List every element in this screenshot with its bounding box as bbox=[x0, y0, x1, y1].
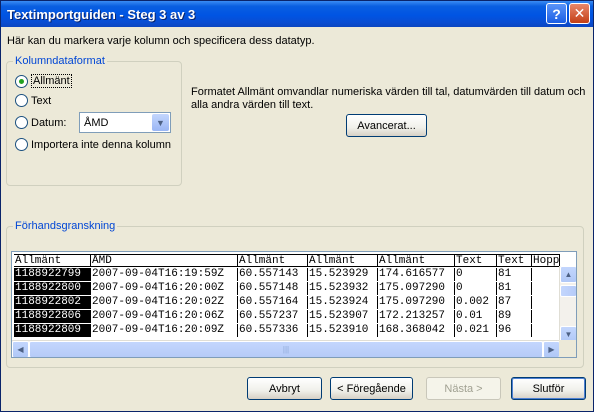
radio-date-button[interactable] bbox=[15, 116, 28, 129]
table-cell: 81 bbox=[497, 282, 532, 295]
radio-general-label: Allmänt bbox=[31, 74, 72, 88]
table-cell: 1188922809 bbox=[14, 324, 91, 337]
radio-skip-label: Importera inte denna kolumn bbox=[31, 138, 172, 151]
horizontal-scrollbar[interactable]: ◀ ||| ▶ bbox=[12, 340, 560, 357]
radio-general[interactable]: Allmänt bbox=[15, 74, 72, 88]
import-wizard-dialog: Textimportguiden - Steg 3 av 3 ? ✕ Här k… bbox=[0, 0, 594, 412]
radio-date[interactable]: Datum: bbox=[15, 116, 66, 129]
table-cell: 175.097290 bbox=[378, 296, 455, 309]
intro-text: Här kan du markera varje kolumn och spec… bbox=[7, 35, 315, 47]
data-preview[interactable]: Allmänt ÅMD Allmänt Allmänt Allmänt Text… bbox=[11, 251, 577, 358]
next-button[interactable]: Nästa > bbox=[426, 377, 501, 400]
table-cell: 96 bbox=[497, 324, 532, 337]
table-cell: 0.021 bbox=[455, 324, 497, 337]
preview-legend: Förhandsgranskning bbox=[13, 220, 118, 232]
table-cell: 0 bbox=[455, 282, 497, 295]
table-cell bbox=[532, 324, 560, 337]
vertical-scrollbar[interactable]: ▲ ▼ bbox=[559, 266, 576, 343]
table-cell: 15.523929 bbox=[308, 268, 378, 281]
table-cell: 174.616577 bbox=[378, 268, 455, 281]
table-cell: 15.523932 bbox=[308, 282, 378, 295]
table-cell: 60.557336 bbox=[238, 324, 308, 337]
help-button[interactable]: ? bbox=[546, 3, 567, 24]
table-cell: 87 bbox=[497, 296, 532, 309]
scroll-up-icon[interactable]: ▲ bbox=[560, 266, 576, 283]
radio-text[interactable]: Text bbox=[15, 94, 51, 107]
back-button-label: < Föregående bbox=[337, 382, 406, 395]
scroll-left-icon[interactable]: ◀ bbox=[12, 341, 29, 357]
finish-button-label: Slutför bbox=[532, 382, 565, 395]
radio-date-label: Datum: bbox=[31, 116, 67, 129]
back-button[interactable]: < Föregående bbox=[330, 377, 413, 400]
table-cell: 2007-09-04T16:20:00Z bbox=[91, 282, 238, 295]
cancel-button[interactable]: Avbryt bbox=[247, 377, 322, 400]
col-header[interactable]: ÅMD bbox=[91, 254, 238, 267]
chevron-down-icon[interactable]: ▼ bbox=[152, 114, 169, 131]
title-bar[interactable]: Textimportguiden - Steg 3 av 3 ? ✕ bbox=[1, 1, 593, 27]
radio-selected-dot bbox=[19, 78, 24, 84]
date-format-select[interactable]: ÅMD ▼ bbox=[79, 112, 171, 133]
radio-general-button[interactable] bbox=[15, 74, 28, 88]
table-cell: 2007-09-04T16:20:09Z bbox=[91, 324, 238, 337]
column-format-legend: Kolumndataformat bbox=[13, 55, 107, 67]
scroll-right-icon[interactable]: ▶ bbox=[543, 341, 560, 357]
table-cell bbox=[532, 268, 560, 281]
table-cell: 89 bbox=[497, 310, 532, 323]
column-format-group: Kolumndataformat Allmänt Text Datum: ÅMD… bbox=[6, 55, 182, 186]
table-cell: 60.557143 bbox=[238, 268, 308, 281]
table-cell: 15.523910 bbox=[308, 324, 378, 337]
table-cell: 1188922802 bbox=[14, 296, 91, 309]
table-cell: 0 bbox=[455, 268, 497, 281]
finish-button[interactable]: Slutför bbox=[511, 377, 586, 400]
table-cell: 2007-09-04T16:20:02Z bbox=[91, 296, 238, 309]
col-header[interactable]: Allmänt bbox=[238, 254, 308, 267]
col-header[interactable]: Allmänt bbox=[14, 254, 91, 267]
col-header[interactable]: Allmänt bbox=[378, 254, 455, 267]
next-button-label: Nästa > bbox=[444, 382, 483, 395]
table-cell bbox=[532, 282, 560, 295]
radio-text-label: Text bbox=[31, 94, 52, 107]
table-cell: 1188922806 bbox=[14, 310, 91, 323]
table-cell: 60.557148 bbox=[238, 282, 308, 295]
table-cell: 1188922799 bbox=[14, 268, 91, 281]
table-cell: 175.097290 bbox=[378, 282, 455, 295]
table-cell bbox=[532, 296, 560, 309]
scroll-corner bbox=[559, 340, 576, 357]
radio-skip-column[interactable]: Importera inte denna kolumn bbox=[15, 138, 171, 151]
table-cell: 81 bbox=[497, 268, 532, 281]
advanced-button-label: Avancerat... bbox=[357, 119, 416, 132]
table-cell: 15.523924 bbox=[308, 296, 378, 309]
table-cell: 0.01 bbox=[455, 310, 497, 323]
table-cell: 2007-09-04T16:19:59Z bbox=[91, 268, 238, 281]
table-cell: 60.557164 bbox=[238, 296, 308, 309]
col-header[interactable]: Text bbox=[455, 254, 497, 267]
help-icon: ? bbox=[552, 5, 561, 22]
horizontal-scroll-thumb[interactable]: ||| bbox=[29, 341, 543, 357]
radio-skip-button[interactable] bbox=[15, 138, 28, 151]
table-cell: 168.368042 bbox=[378, 324, 455, 337]
table-cell: 0.002 bbox=[455, 296, 497, 309]
cancel-button-label: Avbryt bbox=[269, 382, 300, 395]
table-cell: 1188922800 bbox=[14, 282, 91, 295]
col-header[interactable]: Hoppa bbox=[532, 254, 560, 267]
table-cell: 172.213257 bbox=[378, 310, 455, 323]
col-header[interactable]: Allmänt bbox=[308, 254, 378, 267]
close-icon: ✕ bbox=[573, 5, 586, 21]
table-cell: 2007-09-04T16:20:06Z bbox=[91, 310, 238, 323]
table-cell: 60.557237 bbox=[238, 310, 308, 323]
radio-text-button[interactable] bbox=[15, 94, 28, 107]
table-cell: 15.523907 bbox=[308, 310, 378, 323]
table-cell bbox=[532, 310, 560, 323]
vertical-scroll-thumb[interactable] bbox=[560, 285, 576, 297]
window-title: Textimportguiden - Steg 3 av 3 bbox=[7, 6, 196, 22]
close-button[interactable]: ✕ bbox=[569, 3, 590, 24]
col-header[interactable]: Text bbox=[497, 254, 532, 267]
date-format-value: ÅMD bbox=[84, 117, 109, 129]
format-description: Formatet Allmänt omvandlar numeriska vär… bbox=[191, 86, 586, 111]
advanced-button[interactable]: Avancerat... bbox=[346, 114, 427, 137]
